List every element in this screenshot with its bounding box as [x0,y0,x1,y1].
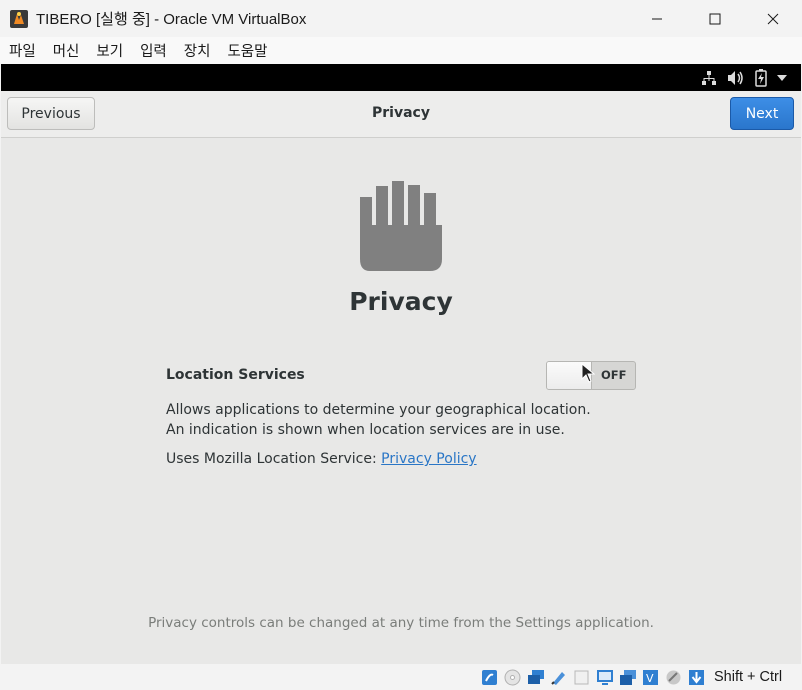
location-services-description: Allows applications to determine your ge… [166,402,591,438]
virtualization-icon[interactable]: V [641,668,660,687]
keyboard-capture-icon[interactable] [687,668,706,687]
uses-text: Uses Mozilla Location Service: [166,451,377,467]
menu-machine[interactable]: 머신 [53,40,80,61]
privacy-policy-link[interactable]: Privacy Policy [381,451,476,467]
hand-icon [360,181,442,271]
toggle-state-label: OFF [601,368,627,382]
menubar: 파일 머신 보기 입력 장치 도움말 [0,37,802,64]
header-title: Privacy [372,105,430,121]
guest-top-bar [1,64,801,91]
statusbar: V Shift + Ctrl [0,664,802,690]
shared-folder-icon[interactable] [572,668,591,687]
virtualbox-app-icon [10,9,28,28]
minimize-icon [652,18,662,19]
maximize-button[interactable] [686,0,744,37]
window-title: TIBERO [실행 중] - Oracle VM VirtualBox [36,11,307,28]
dropdown-arrow-icon [777,74,787,81]
usb-icon[interactable] [549,668,568,687]
close-icon [767,13,779,24]
video-capture-icon[interactable] [618,668,637,687]
display-icon[interactable] [595,668,614,687]
svg-text:V: V [646,672,654,685]
optical-disk-icon[interactable] [503,668,522,687]
network-icon [702,70,716,85]
host-key-label: Shift + Ctrl [714,669,783,685]
volume-icon [728,70,743,85]
page-title: Privacy [349,287,453,316]
close-button[interactable] [744,0,802,37]
uses-line: Uses Mozilla Location Service: Privacy P… [166,451,477,467]
menu-file[interactable]: 파일 [9,40,36,61]
maximize-icon [709,13,721,24]
setup-header: Previous Privacy Next [1,91,801,138]
window-titlebar: TIBERO [실행 중] - Oracle VM VirtualBox [0,0,802,37]
battery-icon [755,68,767,87]
menu-input[interactable]: 입력 [140,40,167,61]
footer-note: Privacy controls can be changed at any t… [148,615,654,631]
mouse-pointer-icon [581,363,595,383]
mouse-integration-icon[interactable] [664,668,683,687]
system-tray[interactable] [701,64,787,91]
menu-devices[interactable]: 장치 [184,40,211,61]
minimize-button[interactable] [628,0,686,37]
guest-screen: Previous Privacy Next Privacy Location S… [1,91,801,664]
menu-view[interactable]: 보기 [96,40,123,61]
location-services-label: Location Services [166,367,305,383]
menu-help[interactable]: 도움말 [227,40,267,61]
network-adapter-icon[interactable] [526,668,545,687]
next-button[interactable]: Next [730,97,794,130]
hard-disk-icon[interactable] [480,668,499,687]
